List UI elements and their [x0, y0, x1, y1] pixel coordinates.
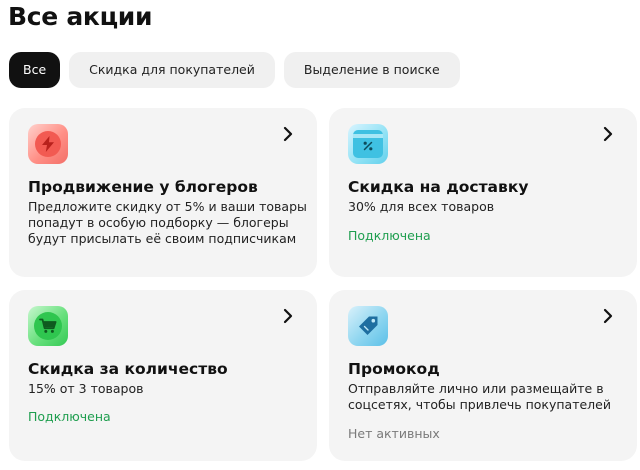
- page-title: Все акции: [8, 2, 153, 31]
- card-title: Скидка на доставку: [348, 178, 529, 196]
- filter-chip-search-highlight[interactable]: Выделение в поиске: [283, 52, 460, 88]
- card-description: Отправляйте лично или размещайте в соцсе…: [348, 381, 611, 412]
- card-title: Промокод: [348, 360, 440, 378]
- promo-card-bloggers[interactable]: Продвижение у блогеров Предложите скидку…: [9, 108, 317, 277]
- delivery-discount-icon: [348, 124, 388, 164]
- chevron-right-icon[interactable]: [601, 308, 615, 324]
- cart-icon: [28, 306, 68, 346]
- status-label: Подключена: [28, 409, 111, 424]
- promo-card-quantity-discount[interactable]: Скидка за количество 15% от 3 товаров По…: [9, 290, 317, 461]
- chevron-right-icon[interactable]: [281, 126, 295, 142]
- status-label: Подключена: [348, 228, 431, 243]
- promo-card-delivery-discount[interactable]: Скидка на доставку 30% для всех товаров …: [329, 108, 637, 277]
- card-title: Скидка за количество: [28, 360, 228, 378]
- card-description: 30% для всех товаров: [348, 199, 495, 214]
- filter-chip-buyer-discount[interactable]: Скидка для покупателей: [69, 52, 275, 88]
- promo-card-promocode[interactable]: Промокод Отправляйте лично или размещайт…: [329, 290, 637, 461]
- card-description: 15% от 3 товаров: [28, 381, 144, 396]
- card-title: Продвижение у блогеров: [28, 178, 258, 196]
- chevron-right-icon[interactable]: [281, 308, 295, 324]
- card-description: Предложите скидку от 5% и ваши товары по…: [28, 199, 307, 246]
- promo-tag-icon: [348, 306, 388, 346]
- chevron-right-icon[interactable]: [601, 126, 615, 142]
- lightning-icon: [28, 124, 68, 164]
- status-label: Нет активных: [348, 426, 440, 441]
- filter-tabs: Все Скидка для покупателей Выделение в п…: [9, 52, 460, 88]
- filter-chip-all[interactable]: Все: [9, 52, 61, 88]
